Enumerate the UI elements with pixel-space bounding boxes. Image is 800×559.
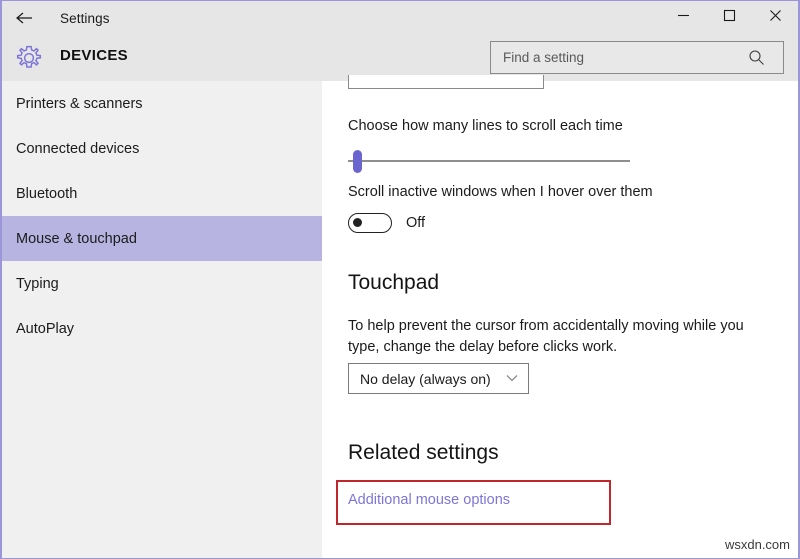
inactive-scroll-toggle[interactable]	[348, 213, 392, 233]
window-title: Settings	[60, 10, 110, 26]
gear-icon	[12, 41, 46, 75]
sidebar-nav: Printers & scanners Connected devices Bl…	[2, 81, 322, 558]
sidebar-item-connected-devices[interactable]: Connected devices	[2, 126, 322, 171]
chevron-down-icon	[505, 370, 519, 388]
sidebar-item-label: Typing	[16, 275, 59, 292]
minimize-icon	[677, 9, 690, 27]
maximize-icon	[723, 9, 736, 27]
touchpad-delay-value: No delay (always on)	[360, 370, 491, 387]
touchpad-description: To help prevent the cursor from accident…	[348, 318, 744, 356]
search-input[interactable]	[491, 42, 739, 73]
sidebar-item-printers-scanners[interactable]: Printers & scanners	[2, 81, 322, 126]
search-box[interactable]	[490, 41, 784, 74]
slider-track	[348, 160, 630, 162]
sidebar-item-label: Connected devices	[16, 140, 140, 157]
page-title: DEVICES	[60, 47, 128, 64]
window-controls	[660, 1, 798, 35]
toggle-knob	[353, 218, 362, 227]
additional-mouse-options-link[interactable]: Additional mouse options	[348, 492, 510, 508]
sidebar-item-bluetooth[interactable]: Bluetooth	[2, 171, 322, 216]
back-button[interactable]	[2, 1, 46, 35]
scrolled-off-control	[348, 75, 544, 89]
inactive-scroll-label: Scroll inactive windows when I hover ove…	[348, 184, 653, 200]
related-settings-heading: Related settings	[348, 441, 499, 464]
touchpad-heading: Touchpad	[348, 271, 440, 294]
sidebar-item-mouse-touchpad[interactable]: Mouse & touchpad	[2, 216, 322, 261]
scroll-lines-slider[interactable]	[348, 149, 630, 173]
scroll-lines-label: Choose how many lines to scroll each tim…	[348, 118, 623, 134]
search-icon[interactable]	[739, 49, 773, 66]
close-button[interactable]	[752, 1, 798, 35]
back-arrow-icon	[14, 10, 34, 26]
inactive-scroll-toggle-row: Off	[348, 213, 425, 233]
sidebar-item-label: Printers & scanners	[16, 95, 143, 112]
maximize-button[interactable]	[706, 1, 752, 35]
close-icon	[769, 9, 782, 27]
touchpad-delay-select[interactable]: No delay (always on)	[348, 363, 529, 394]
title-bar: Settings	[2, 1, 798, 35]
sidebar-item-autoplay[interactable]: AutoPlay	[2, 306, 322, 351]
sidebar-item-label: AutoPlay	[16, 320, 75, 337]
sidebar-item-label: Bluetooth	[16, 185, 78, 202]
settings-content: Choose how many lines to scroll each tim…	[324, 75, 798, 558]
minimize-button[interactable]	[660, 1, 706, 35]
settings-window: Settings DEVICES Find a setting Printers…	[0, 0, 800, 559]
watermark: wsxdn.com	[724, 537, 790, 552]
toggle-state-label: Off	[406, 215, 426, 231]
slider-thumb[interactable]	[353, 150, 362, 173]
sidebar-item-typing[interactable]: Typing	[2, 261, 322, 306]
sidebar-item-label: Mouse & touchpad	[16, 230, 137, 247]
